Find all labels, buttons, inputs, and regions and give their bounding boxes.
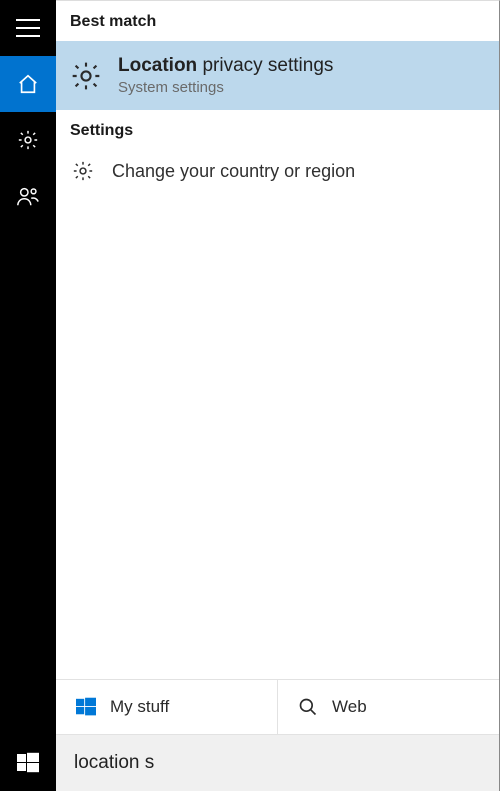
search-input[interactable] xyxy=(74,752,481,774)
hamburger-icon xyxy=(16,19,40,37)
search-panel: Best match Location privacy settings Sys… xyxy=(56,0,500,791)
sidebar-menu-button[interactable] xyxy=(0,0,56,56)
people-icon xyxy=(16,185,40,207)
best-result-subtitle: System settings xyxy=(118,79,333,96)
sidebar-settings-button[interactable] xyxy=(0,112,56,168)
search-icon xyxy=(298,697,318,717)
search-box xyxy=(56,735,499,791)
start-sidebar xyxy=(0,0,56,791)
home-icon xyxy=(17,73,39,95)
best-match-result[interactable]: Location privacy settings System setting… xyxy=(56,41,499,110)
filter-row: My stuff Web xyxy=(56,679,499,735)
results-area: Best match Location privacy settings Sys… xyxy=(56,1,499,679)
settings-result-item[interactable]: Change your country or region xyxy=(56,150,499,192)
filter-mystuff-label: My stuff xyxy=(110,697,169,717)
sidebar-people-button[interactable] xyxy=(0,168,56,224)
settings-header: Settings xyxy=(56,110,499,150)
best-match-header: Best match xyxy=(56,1,499,41)
filter-web[interactable]: Web xyxy=(277,680,499,734)
gear-icon xyxy=(70,60,102,92)
filter-web-label: Web xyxy=(332,697,367,717)
gear-icon xyxy=(17,129,39,151)
gear-icon xyxy=(70,160,96,182)
best-result-title: Location privacy settings xyxy=(118,55,333,77)
settings-result-label: Change your country or region xyxy=(112,161,355,182)
sidebar-home-button[interactable] xyxy=(0,56,56,112)
windows-start-button[interactable] xyxy=(0,735,56,791)
windows-logo-icon xyxy=(17,752,39,774)
windows-color-icon xyxy=(76,697,96,717)
filter-mystuff[interactable]: My stuff xyxy=(56,680,277,734)
